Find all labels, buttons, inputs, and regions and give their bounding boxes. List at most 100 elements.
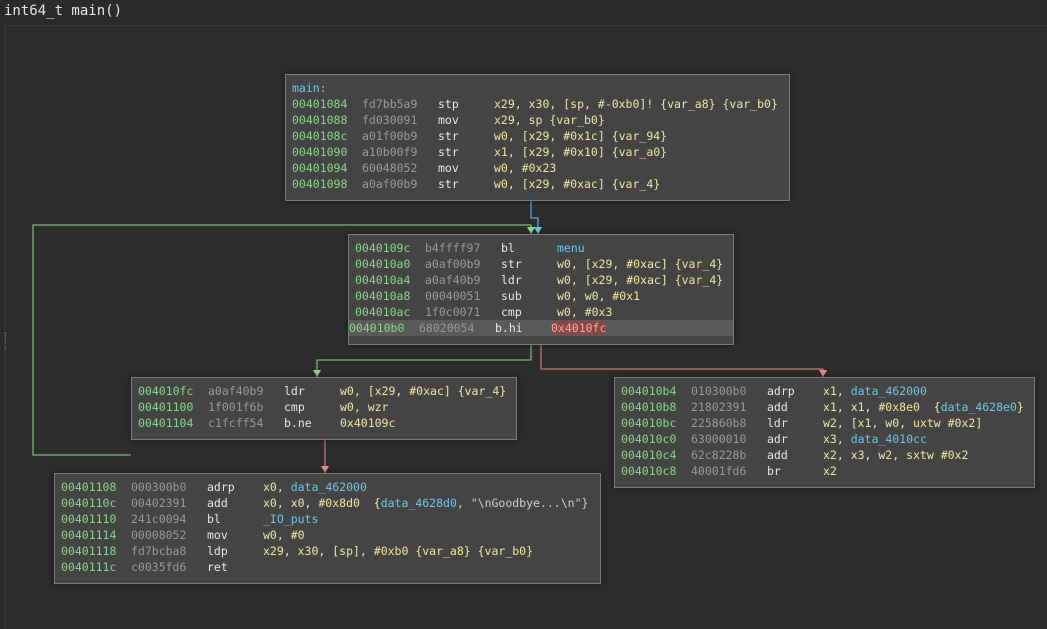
operand-symbol[interactable]: data_4628e0 xyxy=(941,400,1017,414)
instruction-address[interactable]: 004010fc xyxy=(138,383,193,399)
edge-main-to-loop-arrow xyxy=(534,227,542,234)
instruction-row[interactable]: 00401100 1f001f6b cmp w0, wzr xyxy=(138,399,510,415)
basic-block-loop[interactable]: 0040109c b4ffff97 bl menu 004010a0 a0af00b9 st… xyxy=(348,234,734,345)
instruction-address[interactable]: 004010c8 xyxy=(621,463,676,479)
instruction-row[interactable]: 004010c8 40001fd6 br x2 xyxy=(621,463,1028,479)
instruction-address[interactable]: 00401108 xyxy=(61,479,116,495)
instruction-row[interactable]: 004010b0 68020054 b.hi 0x4010fc xyxy=(349,320,733,336)
edge-loop-to-switch xyxy=(540,345,824,377)
operand-symbol[interactable]: data_4010cc xyxy=(851,432,927,446)
instruction-address[interactable]: 004010c4 xyxy=(621,447,676,463)
instruction-row[interactable]: 004010b4 010300b0 adrp x1, data_462000 xyxy=(621,383,1028,399)
instruction-bytes: a10b00f9 xyxy=(362,145,418,159)
instruction-row[interactable]: 00401094 60048052 mov w0, #0x23 xyxy=(292,160,783,176)
instruction-address[interactable]: 004010bc xyxy=(621,415,676,431)
instruction-address[interactable]: 004010b4 xyxy=(621,383,676,399)
instruction-bytes: 00008052 xyxy=(131,528,187,542)
operand-text: } xyxy=(1016,400,1024,414)
operand-symbol[interactable]: data_462000 xyxy=(851,384,927,398)
instruction-address[interactable]: 004010c0 xyxy=(621,431,676,447)
operand-text: , "\nGoodbye...\n"} xyxy=(456,496,589,510)
instruction-mnemonic: bl xyxy=(207,512,221,526)
instruction-row[interactable]: 0040110c 00402391 add x0, x0, #0x8d0 {data_… xyxy=(61,495,594,511)
instruction-address[interactable]: 004010b8 xyxy=(621,399,676,415)
instruction-row[interactable]: 004010fc a0af40b9 ldr w0, [x29, #0xac] {var… xyxy=(138,383,510,399)
instruction-address[interactable]: 00401088 xyxy=(292,112,347,128)
instruction-operands: menu xyxy=(557,240,585,256)
instruction-address[interactable]: 004010a4 xyxy=(355,272,410,288)
instruction-row[interactable]: 004010b8 21802391 add x1, x1, #0x8e0 {data_… xyxy=(621,399,1028,415)
operand-text: w2, [x1, w0, uxtw #0x2] xyxy=(823,416,983,430)
operand-text: x2, x3, w2, sxtw #0x2 xyxy=(823,448,969,462)
instruction-operands: w0, [x29, #0xac] {var_4} xyxy=(557,272,723,288)
operand-symbol[interactable]: 0x4010fc xyxy=(551,321,607,335)
instruction-mnemonic: cmp xyxy=(284,400,305,414)
instruction-row[interactable]: 004010ac 1f0c0071 cmp w0, #0x3 xyxy=(355,304,727,320)
instruction-row[interactable]: 00401088 fd030091 mov x29, sp {var_b0} xyxy=(292,112,783,128)
instruction-row[interactable]: 00401090 a10b00f9 str x1, [x29, #0x10] {var… xyxy=(292,144,783,160)
instruction-mnemonic: ldr xyxy=(501,273,522,287)
instruction-address[interactable]: 004010a8 xyxy=(355,288,410,304)
instruction-address[interactable]: 00401098 xyxy=(292,176,347,192)
instruction-address[interactable]: 00401110 xyxy=(61,511,116,527)
instruction-mnemonic: str xyxy=(438,129,459,143)
instruction-address[interactable]: 00401118 xyxy=(61,543,116,559)
instruction-bytes: fd7bb5a9 xyxy=(362,97,418,111)
instruction-address[interactable]: 00401100 xyxy=(138,399,193,415)
instruction-operands: w0, #0x23 xyxy=(494,160,556,176)
instruction-row[interactable]: 0040108c a01f00b9 str w0, [x29, #0x1c] {var… xyxy=(292,128,783,144)
instruction-address[interactable]: 0040110c xyxy=(61,495,116,511)
instruction-row[interactable]: 00401118 fd7bcba8 ldp x29, x30, [sp], #0xb0… xyxy=(61,543,594,559)
instruction-row[interactable]: 004010a8 00040051 sub w0, w0, #0x1 xyxy=(355,288,727,304)
instruction-address[interactable]: 00401084 xyxy=(292,96,347,112)
operand-symbol[interactable]: menu xyxy=(557,241,585,255)
instruction-address[interactable]: 004010a0 xyxy=(355,256,410,272)
operand-symbol[interactable]: data_4628d0 xyxy=(381,496,457,510)
instruction-bytes: 60048052 xyxy=(362,161,418,175)
instruction-operands: x29, x30, [sp, #-0xb0]! {var_a8} {var_b0… xyxy=(494,96,778,112)
instruction-address[interactable]: 00401090 xyxy=(292,144,347,160)
instruction-mnemonic: ldp xyxy=(207,544,228,558)
instruction-row[interactable]: 004010a4 a0af40b9 ldr w0, [x29, #0xac] {var… xyxy=(355,272,727,288)
instruction-row[interactable]: 0040111c c0035fd6 ret xyxy=(61,559,594,575)
operand-text: w0, wzr xyxy=(340,400,389,414)
instruction-mnemonic: add xyxy=(207,496,228,510)
operand-symbol[interactable]: _IO_puts xyxy=(263,512,318,526)
instruction-address[interactable]: 0040111c xyxy=(61,559,116,575)
basic-block-check[interactable]: 004010fc a0af40b9 ldr w0, [x29, #0xac] {var… xyxy=(131,377,517,440)
pane-resize-handle[interactable] xyxy=(5,332,9,350)
basic-block-exit[interactable]: 00401108 000300b0 adrp x0, data_462000 00401… xyxy=(54,473,601,584)
instruction-row[interactable]: 00401098 a0af00b9 str w0, [x29, #0xac] {var… xyxy=(292,176,783,192)
edge-check-to-loop-arrow xyxy=(527,227,535,234)
instruction-row[interactable]: 004010a0 a0af00b9 str w0, [x29, #0xac] {var… xyxy=(355,256,727,272)
instruction-operands: x1, data_462000 xyxy=(823,383,927,399)
instruction-address[interactable]: 004010b0 xyxy=(349,320,404,336)
instruction-address[interactable]: 00401094 xyxy=(292,160,347,176)
instruction-address[interactable]: 00401114 xyxy=(61,527,116,543)
basic-block-switch[interactable]: 004010b4 010300b0 adrp x1, data_462000 00401… xyxy=(614,377,1035,488)
operand-symbol[interactable]: data_462000 xyxy=(291,480,367,494)
edge-check-to-exit-arrow xyxy=(321,466,329,473)
block-label[interactable]: main: xyxy=(292,80,783,96)
instruction-row[interactable]: 00401110 241c0094 bl _IO_puts xyxy=(61,511,594,527)
instruction-operands: x29, sp {var_b0} xyxy=(494,112,605,128)
instruction-row[interactable]: 00401114 00008052 mov w0, #0 xyxy=(61,527,594,543)
instruction-address[interactable]: 00401104 xyxy=(138,415,193,431)
instruction-bytes: fd030091 xyxy=(362,113,418,127)
instruction-row[interactable]: 0040109c b4ffff97 bl menu xyxy=(355,240,727,256)
basic-block-main[interactable]: main: 00401084 fd7bb5a9 stp x29, x30, [sp, #… xyxy=(285,74,790,201)
instruction-row[interactable]: 004010c4 62c8228b add x2, x3, w2, sxtw #0x2 xyxy=(621,447,1028,463)
instruction-address[interactable]: 004010ac xyxy=(355,304,410,320)
function-label[interactable]: main: xyxy=(292,80,327,96)
instruction-operands: w0, w0, #0x1 xyxy=(557,288,640,304)
instruction-row[interactable]: 00401084 fd7bb5a9 stp x29, x30, [sp, #-0xb0… xyxy=(292,96,783,112)
instruction-row[interactable]: 004010c0 63000010 adr x3, data_4010cc xyxy=(621,431,1028,447)
instruction-row[interactable]: 00401108 000300b0 adrp x0, data_462000 xyxy=(61,479,594,495)
instruction-row[interactable]: 00401104 c1fcff54 b.ne 0x40109c xyxy=(138,415,510,431)
graph-view[interactable]: main: 00401084 fd7bb5a9 stp x29, x30, [sp, #… xyxy=(4,25,1047,629)
instruction-row[interactable]: 004010bc 225860b8 ldr w2, [x1, w0, uxtw #0x… xyxy=(621,415,1028,431)
instruction-address[interactable]: 0040109c xyxy=(355,240,410,256)
instruction-mnemonic: stp xyxy=(438,97,459,111)
instruction-address[interactable]: 0040108c xyxy=(292,128,347,144)
operand-text: x29, sp {var_b0} xyxy=(494,113,605,127)
